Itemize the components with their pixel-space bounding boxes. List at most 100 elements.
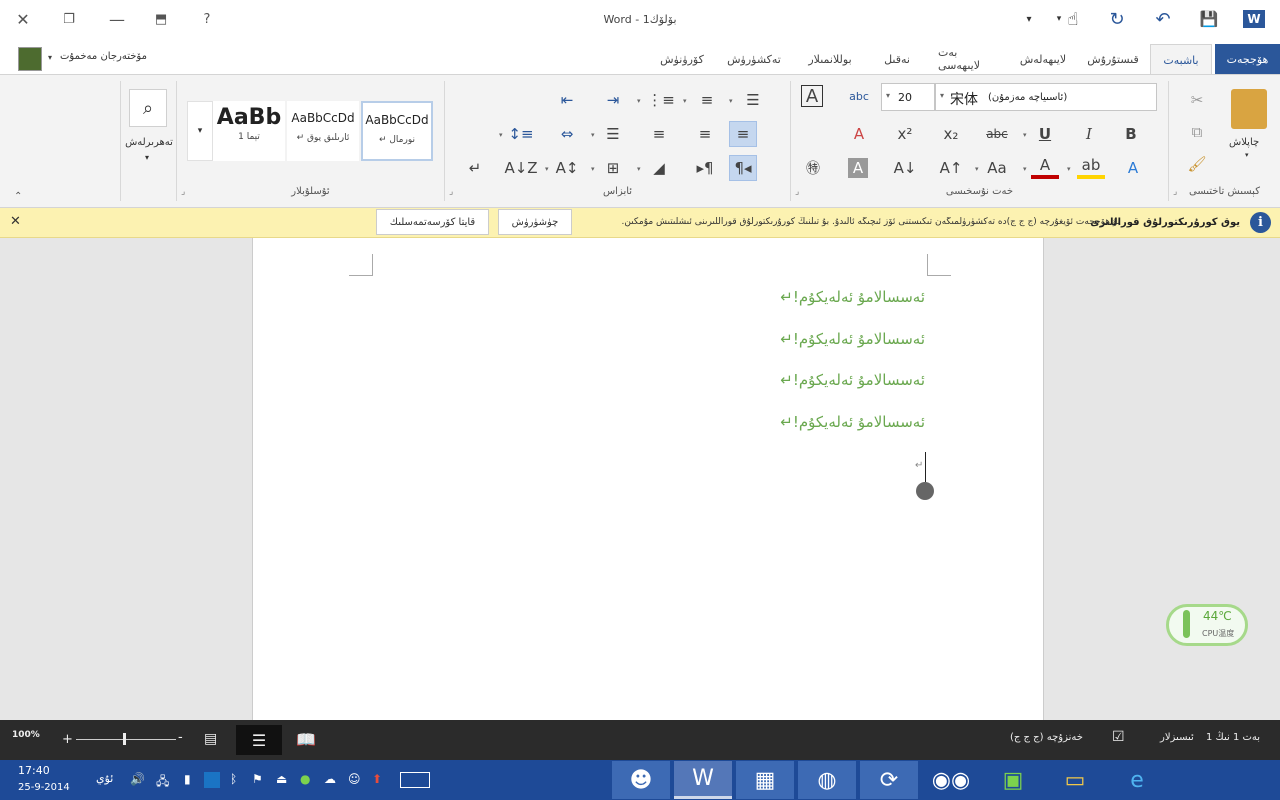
battery-icon[interactable]: ▮	[184, 772, 191, 786]
decrease-indent-icon[interactable]: ⇤	[553, 87, 581, 113]
bullets-icon[interactable]: ☰	[739, 87, 767, 113]
taskbar-ie-icon[interactable]: e	[1108, 761, 1166, 799]
style-no-spacing[interactable]: AaBbCcDd ↵ ئارىلىق يوق	[287, 101, 359, 161]
asian-layout-dropdown-icon[interactable]: ▾	[545, 165, 549, 173]
help-icon[interactable]: ?	[194, 8, 220, 30]
rtl-direction-icon[interactable]: ¶◂	[729, 155, 757, 181]
tab-mailings[interactable]: بوللانمىلار	[794, 44, 866, 74]
show-marks-icon[interactable]: ↵	[461, 155, 489, 181]
text-effects-icon[interactable]: A	[1119, 155, 1147, 181]
increase-indent-icon[interactable]: ⇥	[599, 87, 627, 113]
close-icon[interactable]: ✕	[10, 8, 36, 30]
show-desktop-button[interactable]	[1236, 761, 1280, 799]
shading-icon[interactable]: ◢	[645, 155, 673, 181]
save-icon[interactable]: 💾	[1196, 6, 1222, 32]
document-paragraph[interactable]: ئەسسالامۇ ئەلەيكۇم!↵	[780, 371, 925, 389]
superscript-icon[interactable]: x²	[891, 121, 919, 147]
usb-icon[interactable]: ⏏	[276, 772, 287, 786]
zoom-in-icon[interactable]: +	[62, 732, 73, 747]
touch-handle[interactable]	[916, 482, 934, 500]
text-effects-box-icon[interactable]: A	[801, 85, 823, 107]
font-color-dropdown-icon[interactable]: ▾	[1023, 165, 1027, 173]
italic-icon[interactable]: I	[1075, 121, 1103, 147]
copy-icon[interactable]: ⧉	[1183, 119, 1211, 145]
asian-layout-icon[interactable]: A↕	[553, 155, 581, 181]
highlight-color-icon[interactable]: ab	[1077, 155, 1105, 179]
tab-home[interactable]: باشبەت	[1150, 44, 1212, 75]
font-size-dropdown-icon[interactable]: ▾	[886, 91, 890, 100]
tab-design[interactable]: لايىھەلەش	[1008, 44, 1078, 74]
editing-dropdown-icon[interactable]: ▾	[145, 153, 149, 162]
action-center-flag-icon[interactable]: ⚑	[252, 772, 263, 786]
align-center-icon[interactable]: ≡	[691, 121, 719, 147]
paste-label[interactable]: چاپلاش	[1229, 137, 1259, 148]
tab-references[interactable]: نەقىل	[868, 44, 926, 74]
align-right-icon[interactable]: ≡	[729, 121, 757, 147]
font-color-icon[interactable]: A	[1031, 155, 1059, 179]
enclose-characters-icon[interactable]: ㊕	[799, 155, 827, 181]
taskbar-sync-icon[interactable]: ⟳	[860, 761, 918, 799]
minimize-icon[interactable]: —	[104, 8, 130, 30]
change-case-icon[interactable]: Aa	[983, 155, 1011, 181]
page-count-status[interactable]: بەت 1 نىڭ 1	[1206, 732, 1260, 743]
format-painter-icon[interactable]: 🖌	[1183, 151, 1211, 177]
taskbar-word-icon[interactable]: W	[674, 761, 732, 799]
redo-icon[interactable]: ↻	[1104, 6, 1130, 32]
proofing-icon[interactable]: ☑	[1112, 729, 1125, 745]
phonetic-guide-icon[interactable]: abc	[845, 83, 873, 109]
message-dont-show-button[interactable]: قايتا كۆرسەتمەسلىك	[376, 209, 489, 235]
change-case-dropdown-icon[interactable]: ▾	[975, 165, 979, 173]
distributed-icon[interactable]: ⇔	[553, 121, 581, 147]
zoom-slider-thumb[interactable]	[123, 733, 126, 745]
numbering-icon[interactable]: ≡	[693, 87, 721, 113]
underline-icon[interactable]: U	[1031, 121, 1059, 147]
borders-dropdown-icon[interactable]: ▾	[591, 165, 595, 173]
grow-font-icon[interactable]: A↑	[937, 155, 965, 181]
font-size-box[interactable]: ▾ 20	[881, 83, 935, 111]
web-layout-icon[interactable]: ▤	[204, 731, 217, 747]
line-spacing-dropdown-icon[interactable]: ▾	[499, 131, 503, 139]
tab-insert[interactable]: قىستۇرۇش	[1080, 44, 1146, 74]
onedrive-icon[interactable]: ☁	[324, 772, 336, 786]
account-dropdown-icon[interactable]: ▾	[48, 53, 52, 62]
underline-dropdown-icon[interactable]: ▾	[1023, 131, 1027, 139]
language-status[interactable]: خەنزۇچە (ج ج ج)	[1010, 732, 1083, 743]
tab-view[interactable]: كۆرۈنۈش	[650, 44, 714, 74]
touch-mode-icon[interactable]: ☝	[1060, 6, 1086, 32]
collapse-ribbon-icon[interactable]: ⌃	[14, 191, 22, 202]
strikethrough-icon[interactable]: abc	[983, 121, 1011, 147]
styles-more-icon[interactable]: ▾	[187, 101, 213, 161]
bullets-dropdown-icon[interactable]: ▾	[729, 97, 733, 105]
cpu-temp-widget[interactable]: 44℃ CPU温度	[1166, 604, 1248, 646]
message-close-icon[interactable]: ✕	[10, 214, 21, 229]
taskbar-globe-icon[interactable]: ◍	[798, 761, 856, 799]
subscript-icon[interactable]: x₂	[937, 121, 965, 147]
input-language[interactable]: ئۇي	[96, 772, 113, 785]
print-layout-icon[interactable]: ☰	[236, 725, 282, 755]
multilevel-dropdown-icon[interactable]: ▾	[637, 97, 641, 105]
zoom-percentage[interactable]: 100%	[12, 730, 40, 740]
style-normal[interactable]: AaBbCcDd ↵ نورمال	[361, 101, 433, 161]
word-count-status[interactable]: ئىسىزلار	[1160, 732, 1194, 743]
tab-layout[interactable]: بەت لايىھەسى	[928, 44, 1006, 74]
tab-review[interactable]: تەكشۈرۈش	[716, 44, 792, 74]
font-name-dropdown-icon[interactable]: ▾	[940, 91, 944, 100]
cut-icon[interactable]: ✂	[1183, 87, 1211, 113]
shading-dropdown-icon[interactable]: ▾	[637, 165, 641, 173]
numbering-dropdown-icon[interactable]: ▾	[683, 97, 687, 105]
document-paragraph[interactable]: ئەسسالامۇ ئەلەيكۇم!↵	[780, 413, 925, 431]
zoom-slider-track[interactable]	[76, 739, 176, 740]
taskbar-winrar-icon[interactable]: ▦	[736, 761, 794, 799]
borders-icon[interactable]: ⊞	[599, 155, 627, 181]
clock-date[interactable]: 25-9-2014	[18, 782, 70, 793]
highlight-dropdown-icon[interactable]: ▾	[1067, 165, 1071, 173]
sort-icon[interactable]: A↓Z	[504, 155, 537, 181]
user-tray-icon[interactable]: ☺	[348, 772, 361, 786]
upload-icon[interactable]: ⬆	[372, 772, 382, 786]
empty-paragraph-mark[interactable]: ↵	[915, 460, 923, 471]
shrink-font-icon[interactable]: A↓	[891, 155, 919, 181]
tab-file[interactable]: ھۆججەت	[1215, 44, 1280, 74]
paragraph-launcher-icon[interactable]: ⌟	[449, 187, 453, 197]
network-icon[interactable]: 🖧	[156, 772, 169, 793]
multilevel-list-icon[interactable]: ⋮≡	[647, 87, 675, 113]
